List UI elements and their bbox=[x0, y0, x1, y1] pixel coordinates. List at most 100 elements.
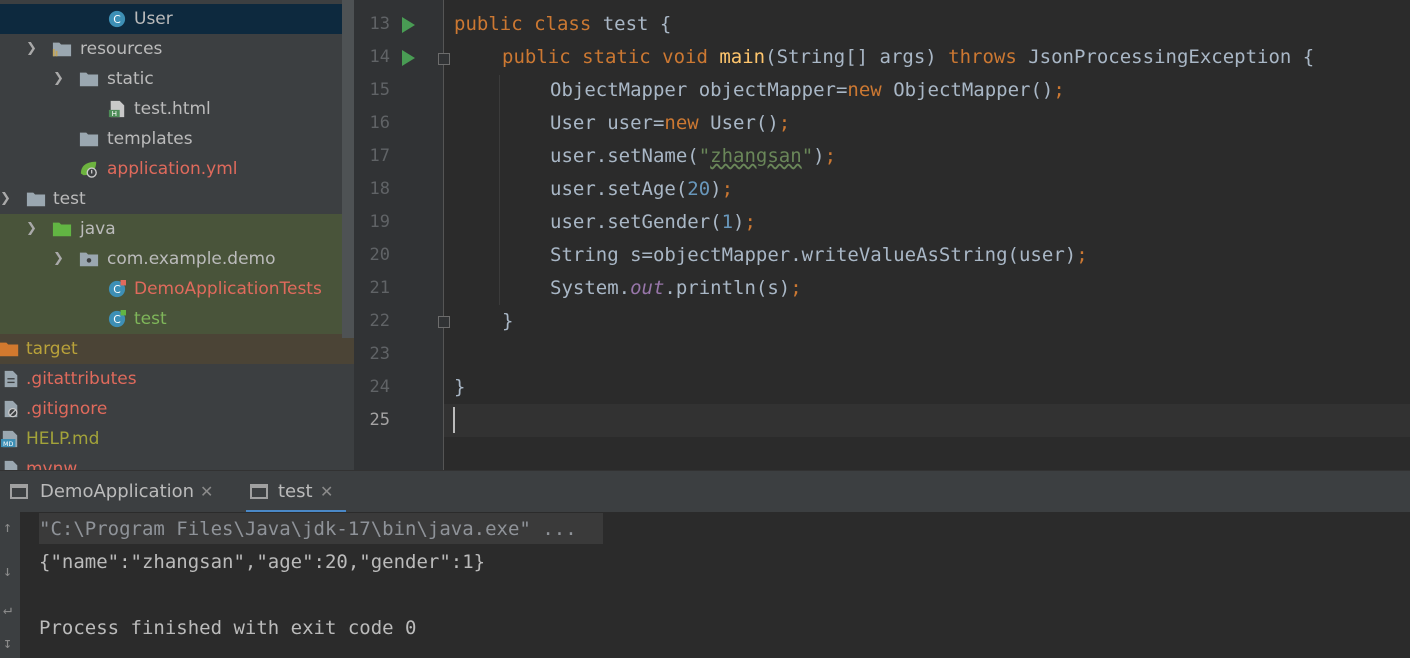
code-line-24: } bbox=[454, 371, 465, 404]
line-number: 17 bbox=[369, 146, 390, 166]
code-token: User user= bbox=[550, 112, 665, 134]
code-line-13: public class test { bbox=[454, 8, 671, 41]
svg-text:C: C bbox=[113, 283, 121, 296]
tab-test[interactable]: test ✕ bbox=[246, 471, 346, 513]
tab-label: DemoApplication bbox=[40, 481, 195, 502]
chevron-down-icon[interactable]: ❯ bbox=[26, 214, 40, 244]
code-token: user.setGender( bbox=[550, 211, 722, 233]
code-token: ) bbox=[813, 145, 825, 167]
code-token: " bbox=[801, 145, 814, 167]
code-token: System. bbox=[550, 277, 631, 299]
tree-item-label: .gitattributes bbox=[26, 369, 137, 389]
chevron-down-icon[interactable]: ❯ bbox=[0, 184, 14, 214]
file-icon bbox=[4, 460, 18, 470]
svg-text:MD: MD bbox=[3, 441, 13, 448]
code-token: throws bbox=[948, 46, 1029, 68]
tree-item-templates[interactable]: templates bbox=[0, 124, 342, 154]
code-token: main bbox=[719, 46, 766, 68]
tree-item-user[interactable]: C User bbox=[0, 4, 342, 34]
tree-item-label: resources bbox=[80, 39, 163, 59]
line-number: 16 bbox=[369, 113, 390, 133]
code-token: ) bbox=[710, 178, 722, 200]
code-token: " bbox=[698, 145, 711, 167]
code-token: ObjectMapper() bbox=[893, 79, 1054, 101]
chevron-down-icon[interactable]: ❯ bbox=[53, 244, 67, 274]
tree-item-resources[interactable]: ❯ resources bbox=[0, 34, 342, 64]
tree-item-test-folder[interactable]: ❯ test bbox=[0, 184, 342, 214]
tree-item-demo-application-tests[interactable]: C DemoApplicationTests bbox=[0, 274, 342, 304]
tree-scrollbar[interactable] bbox=[342, 0, 354, 338]
code-line-16: User user=new User(); bbox=[550, 107, 790, 140]
tree-item-static[interactable]: ❯ static bbox=[0, 64, 342, 94]
scroll-to-end-icon[interactable]: ↧ bbox=[3, 634, 12, 652]
run-console-icon bbox=[250, 484, 268, 499]
arrow-down-icon[interactable]: ↓ bbox=[3, 562, 12, 580]
code-line-21: System.out.println(s); bbox=[550, 272, 802, 305]
tree-item-test-class[interactable]: C test bbox=[0, 304, 342, 334]
close-icon[interactable]: ✕ bbox=[320, 471, 333, 513]
tree-item-target[interactable]: target bbox=[0, 334, 354, 364]
tree-item-label: HELP.md bbox=[26, 429, 100, 449]
test-folder-icon bbox=[52, 222, 72, 237]
code-token: 20 bbox=[687, 178, 711, 200]
code-token: user.setAge( bbox=[550, 178, 688, 200]
code-token: user.setName( bbox=[550, 145, 699, 167]
arrow-up-icon[interactable]: ↑ bbox=[3, 518, 12, 536]
tree-item-label: templates bbox=[107, 129, 193, 149]
test-class-icon: C bbox=[108, 280, 126, 298]
code-token: ; bbox=[1076, 244, 1088, 266]
line-number: 22 bbox=[369, 311, 390, 331]
code-token: ; bbox=[790, 277, 802, 299]
tree-item-gitignore[interactable]: .gitignore bbox=[0, 394, 342, 424]
fold-marker-icon[interactable] bbox=[438, 53, 450, 65]
run-console[interactable]: ↑ ↓ ↵ ↧ "C:\Program Files\Java\jdk-17\bi… bbox=[0, 512, 1410, 658]
svg-text:C: C bbox=[113, 13, 121, 26]
tree-item-mvnw[interactable]: mvnw bbox=[0, 454, 342, 470]
console-output-line: {"name":"zhangsan","age":20,"gender":1} bbox=[39, 551, 486, 573]
tree-item-label: application.yml bbox=[107, 159, 238, 179]
code-token: ; bbox=[778, 112, 791, 134]
markdown-file-icon: MD bbox=[1, 430, 18, 448]
line-number: 14 bbox=[369, 47, 390, 67]
run-main-icon[interactable] bbox=[402, 50, 415, 66]
console-exit-line: Process finished with exit code 0 bbox=[39, 617, 417, 639]
soft-wrap-icon[interactable]: ↵ bbox=[3, 600, 12, 618]
tree-item-help-md[interactable]: MD HELP.md bbox=[0, 424, 342, 454]
chevron-down-icon[interactable]: ❯ bbox=[53, 64, 67, 94]
code-token: JsonProcessingException { bbox=[1028, 46, 1315, 68]
tree-item-test-html[interactable]: H test.html bbox=[0, 94, 342, 124]
html-file-icon: H bbox=[108, 100, 125, 118]
code-editor[interactable]: 13 14 15 16 17 18 19 20 21 22 23 24 25 p… bbox=[354, 0, 1410, 470]
tree-item-java[interactable]: ❯ java bbox=[0, 214, 342, 244]
tab-label: test bbox=[278, 481, 313, 502]
code-token: } bbox=[502, 310, 514, 332]
tree-item-package[interactable]: ❯ com.example.demo bbox=[0, 244, 342, 274]
run-class-icon[interactable] bbox=[402, 17, 415, 33]
code-token: .println(s) bbox=[664, 277, 791, 299]
code-token: ; bbox=[721, 178, 734, 200]
svg-text:C: C bbox=[113, 313, 121, 326]
tab-demo-application[interactable]: DemoApplication ✕ bbox=[10, 471, 230, 513]
test-class-icon: C bbox=[108, 310, 126, 328]
package-icon bbox=[79, 252, 99, 267]
line-number: 15 bbox=[369, 80, 390, 100]
tree-item-label: target bbox=[26, 339, 78, 359]
tree-item-gitattributes[interactable]: .gitattributes bbox=[0, 364, 342, 394]
close-icon[interactable]: ✕ bbox=[200, 471, 213, 513]
code-token: static bbox=[582, 46, 663, 68]
code-token: User() bbox=[710, 112, 779, 134]
tree-item-application-yml[interactable]: application.yml bbox=[0, 154, 342, 184]
tree-item-label: java bbox=[80, 219, 116, 239]
fold-marker-icon[interactable] bbox=[438, 316, 450, 328]
folder-icon bbox=[79, 132, 99, 147]
code-line-17: user.setName("zhangsan"); bbox=[550, 140, 836, 173]
ignore-file-icon bbox=[4, 400, 18, 418]
project-tree-panel: C User ❯ resources ❯ static H test.html … bbox=[0, 0, 354, 470]
chevron-down-icon[interactable]: ❯ bbox=[26, 34, 40, 64]
java-class-icon: C bbox=[108, 10, 126, 28]
indent-guide bbox=[499, 75, 500, 305]
code-token: zhangsan bbox=[710, 145, 802, 167]
run-console-icon bbox=[10, 484, 28, 499]
folder-icon bbox=[79, 72, 99, 87]
line-number: 23 bbox=[369, 344, 390, 364]
